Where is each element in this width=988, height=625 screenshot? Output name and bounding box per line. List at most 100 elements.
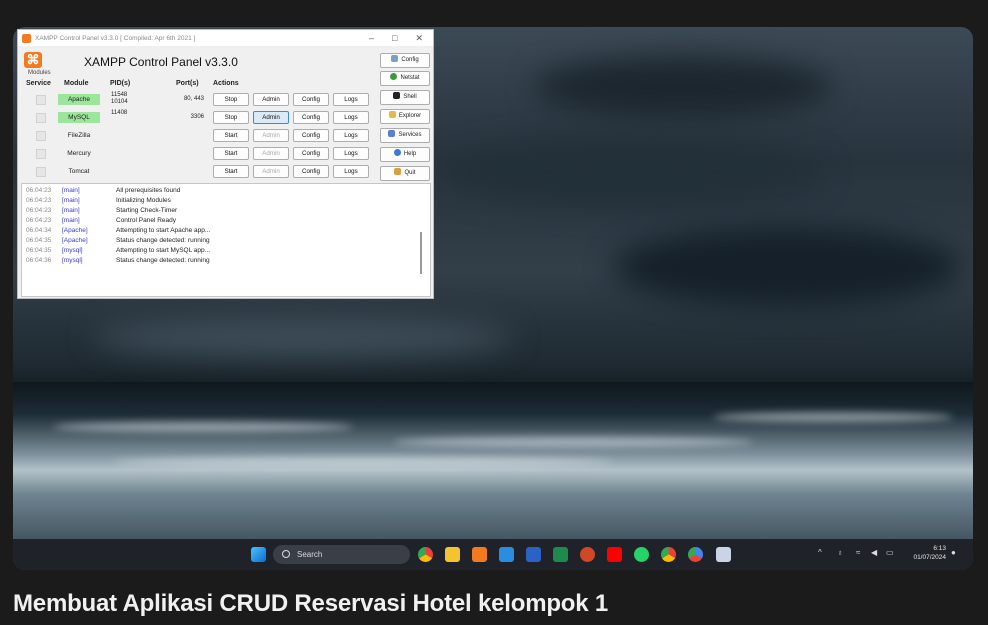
config-button[interactable]: Config (293, 165, 329, 178)
chrome-profile-icon[interactable] (661, 547, 676, 562)
log-time: 06:04:23 (26, 217, 52, 224)
start-stop-button[interactable]: Stop (213, 93, 249, 106)
log-time: 06:04:35 (26, 237, 52, 244)
admin-button[interactable]: Admin (253, 129, 289, 142)
wave-foam (393, 437, 753, 447)
start-stop-button[interactable]: Start (213, 129, 249, 142)
globe-icon (390, 73, 398, 80)
col-module: Module (64, 80, 89, 87)
log-text: Status change detected: running (116, 257, 210, 264)
log-time: 06:04:23 (26, 207, 52, 214)
module-row: FileZilla Start Admin Config Logs (18, 128, 378, 144)
chevron-up-icon[interactable]: ^ (818, 548, 822, 557)
log-module: [mysql] (62, 247, 83, 254)
log-panel[interactable]: 06:04:23 [main] All prerequisites found 06:… (21, 183, 431, 297)
module-name: Mercury (67, 150, 91, 157)
logs-button[interactable]: Logs (333, 147, 369, 160)
wave-foam (713, 412, 953, 422)
file-explorer-icon[interactable] (445, 547, 460, 562)
config-button[interactable]: Config (293, 93, 329, 106)
config-side-button[interactable]: Config (380, 53, 430, 68)
video-title[interactable]: Membuat Aplikasi CRUD Reservasi Hotel ke… (13, 590, 608, 618)
log-line: 06:04:23 [main] Control Panel Ready (26, 216, 426, 226)
logs-button[interactable]: Logs (333, 129, 369, 142)
log-line: 06:04:36 [mysql] Status change detected: r… (26, 256, 426, 266)
log-line: 06:04:23 [main] All prerequisites found (26, 186, 426, 196)
wave-foam (113, 457, 613, 467)
log-module: [main] (62, 217, 80, 224)
service-checkbox[interactable] (36, 95, 46, 105)
service-checkbox[interactable] (36, 167, 46, 177)
start-stop-button[interactable]: Start (213, 165, 249, 178)
clock-date: 01/07/2024 (913, 554, 946, 561)
window-titlebar[interactable]: XAMPP Control Panel v3.3.0 [ Compiled: A… (18, 30, 433, 46)
log-module: [main] (62, 197, 80, 204)
logs-button[interactable]: Logs (333, 111, 369, 124)
vscode-icon[interactable] (499, 547, 514, 562)
service-checkbox[interactable] (36, 131, 46, 141)
col-port: Port(s) (176, 80, 199, 87)
chrome-icon[interactable] (418, 547, 433, 562)
logs-button[interactable]: Logs (333, 165, 369, 178)
services-icon (388, 130, 396, 137)
admin-button[interactable]: Admin (253, 111, 289, 124)
taskbar-search[interactable]: Search (273, 545, 410, 564)
log-module: [main] (62, 187, 80, 194)
wifi-icon[interactable]: ≈ (856, 548, 860, 557)
battery-icon[interactable]: ▭ (886, 548, 894, 557)
module-name: MySQL (58, 112, 100, 123)
xampp-icon[interactable] (472, 547, 487, 562)
log-module: [Apache] (62, 227, 88, 234)
word-icon[interactable] (526, 547, 541, 562)
log-text: All prerequisites found (116, 187, 181, 194)
wave-foam (53, 422, 353, 432)
whatsapp-icon[interactable] (634, 547, 649, 562)
minimize-icon[interactable]: – (369, 33, 374, 44)
logs-button[interactable]: Logs (333, 93, 369, 106)
col-service: Service (26, 80, 51, 87)
service-checkbox[interactable] (36, 113, 46, 123)
youtube-icon[interactable] (607, 547, 622, 562)
explorer-button[interactable]: Explorer (380, 109, 430, 124)
module-row: MySQL 11408 3306 Stop Admin Config Logs (18, 110, 378, 126)
service-checkbox[interactable] (36, 149, 46, 159)
microphone-icon[interactable]: ♁ (837, 548, 843, 557)
powerpoint-icon[interactable] (580, 547, 595, 562)
xampp-logo-icon: ⌘ (24, 52, 42, 68)
taskbar-clock[interactable]: 6:13 01/07/2024 (906, 544, 946, 562)
close-icon[interactable]: ✕ (415, 33, 423, 44)
log-module: [Apache] (62, 237, 88, 244)
chrome-dev-icon[interactable] (688, 547, 703, 562)
cloud-shape (533, 57, 833, 117)
config-button[interactable]: Config (293, 111, 329, 124)
windows-start-icon[interactable] (251, 547, 266, 562)
cloud-shape (443, 137, 823, 207)
services-button[interactable]: Services (380, 128, 430, 143)
log-module: [main] (62, 207, 80, 214)
admin-button[interactable]: Admin (253, 165, 289, 178)
config-button[interactable]: Config (293, 147, 329, 160)
excel-icon[interactable] (553, 547, 568, 562)
start-stop-button[interactable]: Start (213, 147, 249, 160)
netstat-button[interactable]: Netstat (380, 71, 430, 86)
quit-button[interactable]: Quit (380, 166, 430, 181)
col-actions: Actions (213, 80, 239, 87)
xampp-window: XAMPP Control Panel v3.3.0 [ Compiled: A… (17, 29, 434, 299)
log-module: [mysql] (62, 257, 83, 264)
help-button[interactable]: Help (380, 147, 430, 162)
admin-button[interactable]: Admin (253, 93, 289, 106)
module-name: Apache (58, 94, 100, 105)
volume-icon[interactable]: ◀ (871, 548, 877, 557)
window-title: XAMPP Control Panel v3.3.0 [ Compiled: A… (35, 34, 196, 42)
config-button[interactable]: Config (293, 129, 329, 142)
notification-bell-icon[interactable]: ● (951, 548, 956, 557)
scrollbar[interactable] (420, 232, 422, 274)
module-pid: 11548 10104 (111, 92, 128, 105)
shell-button[interactable]: Shell (380, 90, 430, 105)
col-pid: PID(s) (110, 80, 131, 87)
start-stop-button[interactable]: Stop (213, 111, 249, 124)
capture-icon[interactable] (716, 547, 731, 562)
admin-button[interactable]: Admin (253, 147, 289, 160)
maximize-icon[interactable]: □ (392, 33, 397, 44)
module-row: Apache 11548 10104 80, 443 Stop Admin Config L… (18, 92, 378, 108)
